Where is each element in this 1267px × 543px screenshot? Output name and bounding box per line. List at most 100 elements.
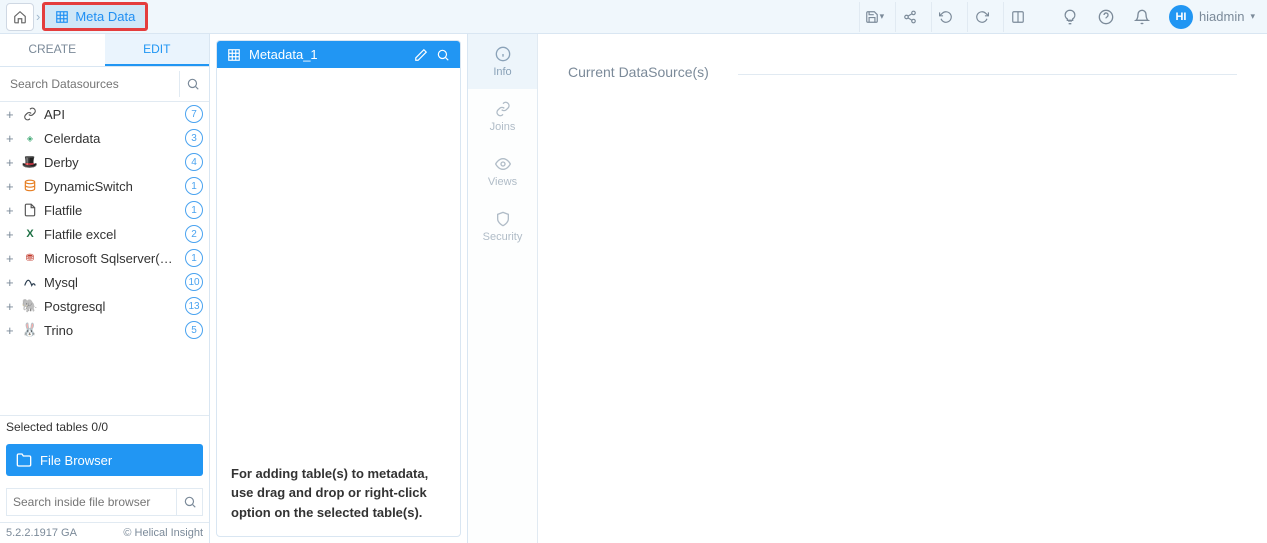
filebrowser-search-button[interactable]	[176, 489, 202, 515]
current-datasources-section: Current DataSource(s)	[568, 74, 1237, 75]
expand-icon[interactable]: +	[6, 275, 16, 290]
datasource-list: + API 7 + ◈ Celerdata 3 + 🎩 Derby 4 + Dy…	[0, 102, 209, 415]
info-icon	[495, 46, 511, 62]
expand-icon[interactable]: +	[6, 251, 16, 266]
ds-label: Mysql	[44, 275, 179, 290]
search-icon[interactable]	[436, 48, 450, 62]
ds-count: 3	[185, 129, 203, 147]
expand-icon[interactable]: +	[6, 203, 16, 218]
datasource-item[interactable]: + ◈ Celerdata 3	[0, 126, 209, 150]
home-button[interactable]	[6, 3, 34, 31]
ds-label: DynamicSwitch	[44, 179, 179, 194]
help-icon	[1098, 9, 1114, 25]
search-icon	[183, 495, 197, 509]
ds-label: Flatfile excel	[44, 227, 179, 242]
filebrowser-search-input[interactable]	[7, 489, 176, 515]
datasource-item[interactable]: + API 7	[0, 102, 209, 126]
ds-count: 7	[185, 105, 203, 123]
mysql-icon	[22, 274, 38, 290]
strip-label: Joins	[490, 121, 516, 133]
metadata-panel: Metadata_1 For adding table(s) to metada…	[210, 34, 468, 543]
ds-count: 5	[185, 321, 203, 339]
strip-item-joins[interactable]: Joins	[468, 89, 537, 144]
idea-button[interactable]	[1055, 2, 1085, 32]
expand-icon[interactable]: +	[6, 179, 16, 194]
shield-icon	[495, 211, 511, 227]
datasource-item[interactable]: + ⛃ Microsoft Sqlserver(so.. 1	[0, 246, 209, 270]
redo-icon	[975, 10, 989, 24]
strip-item-views[interactable]: Views	[468, 144, 537, 199]
undo-icon	[939, 10, 953, 24]
ds-count: 1	[185, 249, 203, 267]
panel-icon	[1011, 10, 1025, 24]
strip-item-info[interactable]: Info	[468, 34, 537, 89]
metadata-dropzone[interactable]: For adding table(s) to metadata, use dra…	[217, 68, 460, 536]
strip-label: Security	[483, 231, 523, 243]
notifications-button[interactable]	[1127, 2, 1157, 32]
content-area: Current DataSource(s)	[538, 34, 1267, 543]
share-button[interactable]	[895, 2, 925, 32]
eye-icon	[495, 156, 511, 172]
metadata-tab-label: Meta Data	[75, 9, 135, 24]
ds-count: 1	[185, 177, 203, 195]
file-icon	[22, 202, 38, 218]
metadata-tab[interactable]: Meta Data	[42, 2, 148, 31]
user-menu[interactable]: HI hiadmin ▾	[1163, 5, 1261, 29]
expand-icon[interactable]: +	[6, 131, 16, 146]
mssql-icon: ⛃	[22, 250, 38, 266]
datasource-item[interactable]: + 🎩 Derby 4	[0, 150, 209, 174]
sidebar: CREATE EDIT + API 7 + ◈ Celerdata 3	[0, 34, 210, 543]
file-browser-button[interactable]: File Browser	[6, 444, 203, 476]
trino-icon: 🐰	[22, 322, 38, 338]
home-icon	[13, 10, 27, 24]
selected-tables-status: Selected tables 0/0	[0, 415, 209, 438]
save-icon	[865, 10, 879, 24]
strip-label: Info	[493, 66, 511, 78]
save-dropdown-button[interactable]: ▾	[859, 2, 889, 32]
datasource-item[interactable]: + 🐰 Trino 5	[0, 318, 209, 342]
search-datasources-button[interactable]	[179, 71, 205, 97]
expand-icon[interactable]: +	[6, 227, 16, 242]
link-icon	[22, 106, 38, 122]
db-icon: ◈	[22, 130, 38, 146]
ds-label: API	[44, 107, 179, 122]
panel-button[interactable]	[1003, 2, 1033, 32]
datasource-item[interactable]: + 🐘 Postgresql 13	[0, 294, 209, 318]
file-browser-label: File Browser	[40, 453, 112, 468]
expand-icon[interactable]: +	[6, 107, 16, 122]
expand-icon[interactable]: +	[6, 299, 16, 314]
ds-count: 4	[185, 153, 203, 171]
strip-label: Views	[488, 176, 517, 188]
help-button[interactable]	[1091, 2, 1121, 32]
hat-icon: 🎩	[22, 154, 38, 170]
ds-label: Microsoft Sqlserver(so..	[44, 251, 179, 266]
lightbulb-icon	[1062, 9, 1078, 25]
datasource-item[interactable]: + Flatfile 1	[0, 198, 209, 222]
ds-count: 13	[185, 297, 203, 315]
redo-button[interactable]	[967, 2, 997, 32]
ds-label: Derby	[44, 155, 179, 170]
datasource-item[interactable]: + DynamicSwitch 1	[0, 174, 209, 198]
metadata-title: Metadata_1	[249, 47, 406, 62]
tab-edit[interactable]: EDIT	[105, 34, 210, 66]
version-text: 5.2.2.1917 GA	[6, 527, 77, 539]
expand-icon[interactable]: +	[6, 155, 16, 170]
topbar: › Meta Data ▾ HI	[0, 0, 1267, 34]
ds-label: Celerdata	[44, 131, 179, 146]
metadata-header: Metadata_1	[217, 41, 460, 68]
tab-create[interactable]: CREATE	[0, 34, 105, 66]
grid-icon	[227, 48, 241, 62]
avatar: HI	[1169, 5, 1193, 29]
postgres-icon: 🐘	[22, 298, 38, 314]
edit-icon[interactable]	[414, 48, 428, 62]
user-name: hiadmin	[1199, 9, 1245, 24]
strip-item-security[interactable]: Security	[468, 199, 537, 254]
datasource-item[interactable]: + Mysql 10	[0, 270, 209, 294]
ds-label: Postgresql	[44, 299, 179, 314]
folder-icon	[16, 452, 32, 468]
search-datasources-input[interactable]	[4, 71, 179, 97]
expand-icon[interactable]: +	[6, 323, 16, 338]
datasource-item[interactable]: + X Flatfile excel 2	[0, 222, 209, 246]
topbar-right-icons: ▾ HI hiadmin ▾	[859, 2, 1261, 32]
undo-button[interactable]	[931, 2, 961, 32]
